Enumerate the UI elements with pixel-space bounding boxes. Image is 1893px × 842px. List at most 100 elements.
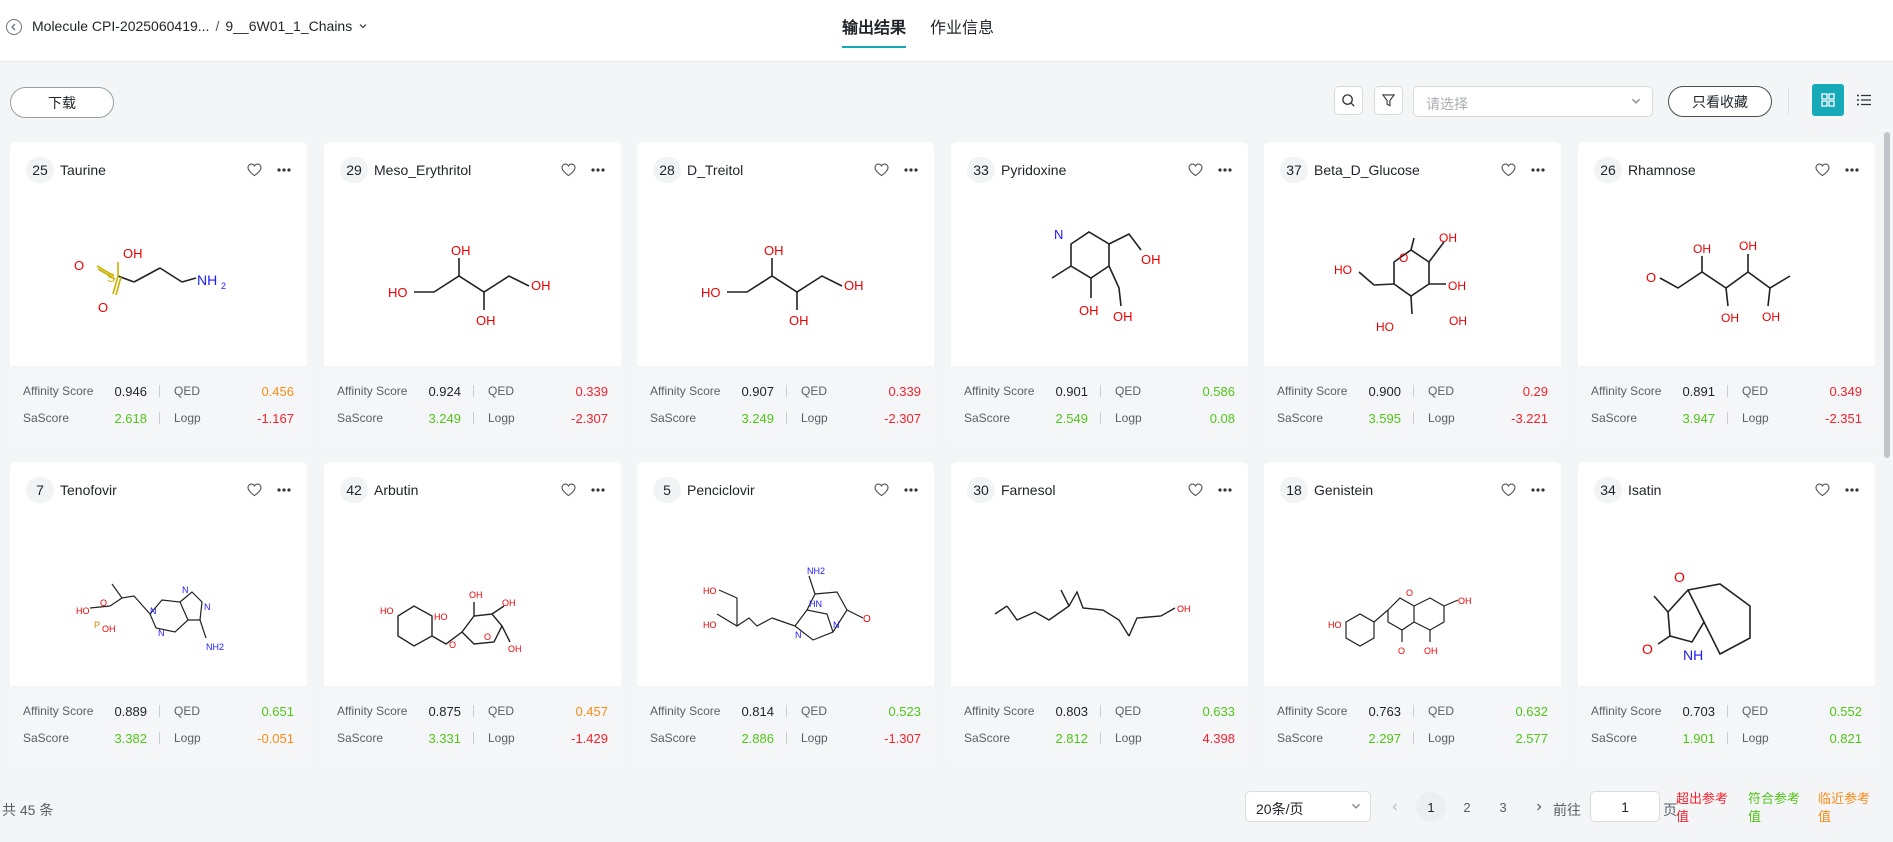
qed-label: QED [801, 704, 828, 718]
svg-text:S: S [107, 271, 115, 285]
molecule-card[interactable]: 18 Genistein HO O O OH OH Affinity Score 0.7… [1264, 462, 1561, 766]
sascore-label: SaScore [650, 731, 697, 745]
heart-icon[interactable] [245, 481, 263, 499]
heart-icon[interactable] [1499, 481, 1517, 499]
divider [473, 705, 474, 717]
molecule-card[interactable]: 25 Taurine S OH O O NH 2 Affinity Score 0.946… [10, 142, 307, 446]
heart-icon[interactable] [559, 161, 577, 179]
logp-value: -2.307 [884, 410, 921, 426]
logp-value: -1.429 [571, 730, 608, 746]
score-panel: Affinity Score 0.900 QED 0.29 SaScore 3.… [1264, 366, 1561, 446]
molecule-card[interactable]: 37 Beta_D_Glucose O OH HO OH OH HO Affinity S… [1264, 142, 1561, 446]
grid-view-button[interactable] [1812, 84, 1844, 116]
svg-text:HO: HO [701, 285, 721, 300]
next-page-button[interactable] [1524, 792, 1554, 822]
heart-icon[interactable] [1499, 161, 1517, 179]
page-button-2[interactable]: 2 [1452, 792, 1482, 822]
more-icon[interactable] [1216, 481, 1234, 499]
molecule-card[interactable]: 5 Penciclovir HO HO N HN N NH2 O Affinity Scor… [637, 462, 934, 766]
svg-text:OH: OH [502, 598, 516, 608]
scrollbar[interactable] [1884, 132, 1890, 458]
tab-job-info[interactable]: 作业信息 [930, 14, 994, 48]
svg-text:O: O [449, 640, 456, 650]
sascore-value: 1.901 [1682, 730, 1715, 746]
rank-badge: 37 [1280, 157, 1308, 183]
logp-label: Logp [174, 411, 201, 425]
more-icon[interactable] [275, 481, 293, 499]
molecule-card[interactable]: 34 Isatin O O NH Affinity Score 0.703 QED … [1578, 462, 1875, 766]
card-header: 33 Pyridoxine [967, 156, 1234, 184]
heart-icon[interactable] [872, 481, 890, 499]
more-icon[interactable] [275, 161, 293, 179]
molecule-card[interactable]: 33 Pyridoxine N OH OH OH Affinity Score 0.9… [951, 142, 1248, 446]
molecule-card[interactable]: 28 D_Treitol HO OH OH OH Affinity Score 0.9… [637, 142, 934, 446]
logp-label: Logp [801, 411, 828, 425]
score-panel: Affinity Score 0.924 QED 0.339 SaScore 3… [324, 366, 621, 446]
svg-text:N: N [1054, 227, 1063, 242]
breadcrumb-task[interactable]: 9__6W01_1_Chains [225, 18, 352, 34]
rank-badge: 29 [340, 157, 368, 183]
breadcrumb-separator: / [215, 18, 220, 34]
more-icon[interactable] [589, 481, 607, 499]
molecule-structure: O OH HO OH OH HO [1264, 190, 1561, 366]
svg-text:N: N [150, 606, 157, 616]
more-icon[interactable] [589, 161, 607, 179]
logp-label: Logp [801, 731, 828, 745]
page-button-1[interactable]: 1 [1416, 792, 1446, 822]
more-icon[interactable] [1529, 161, 1547, 179]
more-icon[interactable] [1529, 481, 1547, 499]
list-view-button[interactable] [1848, 84, 1880, 116]
molecule-card[interactable]: 42 Arbutin HO O O OH OH HO OH Affinity Score 0… [324, 462, 621, 766]
heart-icon[interactable] [1186, 161, 1204, 179]
page-button-3[interactable]: 3 [1488, 792, 1518, 822]
filter-button[interactable] [1374, 86, 1403, 115]
svg-text:OH: OH [1693, 242, 1711, 256]
svg-text:OH: OH [1739, 239, 1757, 253]
more-icon[interactable] [1216, 161, 1234, 179]
qed-value: 0.523 [888, 703, 921, 719]
molecule-name: Arbutin [374, 482, 419, 498]
sascore-label: SaScore [650, 411, 697, 425]
more-icon[interactable] [902, 161, 920, 179]
score-panel: Affinity Score 0.763 QED 0.632 SaScore 2… [1264, 686, 1561, 766]
download-button[interactable]: 下载 [10, 87, 114, 118]
heart-icon[interactable] [1186, 481, 1204, 499]
heart-icon[interactable] [559, 481, 577, 499]
svg-text:O: O [1406, 588, 1413, 598]
heart-icon[interactable] [1813, 481, 1831, 499]
qed-value: 0.633 [1202, 703, 1235, 719]
molecule-name: D_Treitol [687, 162, 744, 178]
prev-page-button[interactable] [1380, 792, 1410, 822]
molecule-card[interactable]: 30 Farnesol OH Affinity Score 0.803 QED … [951, 462, 1248, 766]
qed-label: QED [1742, 704, 1769, 718]
heart-icon[interactable] [1813, 161, 1831, 179]
back-icon[interactable] [6, 19, 22, 35]
molecule-card[interactable]: 26 Rhamnose O OH OH OH OH Affinity Score 0.8… [1578, 142, 1875, 446]
result-tabs: 输出结果 作业信息 [842, 14, 994, 48]
qed-label: QED [1428, 704, 1455, 718]
molecule-card[interactable]: 7 Tenofovir HO O OH P N N N N NH2 Affinity Score… [10, 462, 307, 766]
breadcrumb-project[interactable]: Molecule CPI-2025060419... [32, 18, 209, 34]
filter-select[interactable]: 请选择 [1413, 86, 1653, 117]
svg-text:OH: OH [1424, 646, 1438, 656]
affinity-label: Affinity Score [1277, 704, 1348, 718]
tab-output-results[interactable]: 输出结果 [842, 14, 907, 48]
favorites-only-button[interactable]: 只看收藏 [1668, 86, 1772, 117]
sascore-value: 2.549 [1055, 410, 1088, 426]
goto-page-input[interactable]: 1 [1590, 791, 1660, 822]
logp-label: Logp [1115, 411, 1142, 425]
more-icon[interactable] [902, 481, 920, 499]
logp-value: 4.398 [1202, 730, 1235, 746]
heart-icon[interactable] [872, 161, 890, 179]
page-size-select[interactable]: 20条/页 [1245, 791, 1371, 822]
breadcrumb: Molecule CPI-2025060419... / 9__6W01_1_C… [32, 18, 368, 34]
molecule-structure: HO OH OH OH [324, 190, 621, 366]
logp-label: Logp [174, 731, 201, 745]
molecule-card[interactable]: 29 Meso_Erythritol HO OH OH OH Affinity Sco… [324, 142, 621, 446]
chevron-down-icon[interactable] [358, 21, 368, 31]
heart-icon[interactable] [245, 161, 263, 179]
qed-value: 0.651 [261, 703, 294, 719]
search-button[interactable] [1334, 86, 1363, 115]
more-icon[interactable] [1843, 481, 1861, 499]
more-icon[interactable] [1843, 161, 1861, 179]
